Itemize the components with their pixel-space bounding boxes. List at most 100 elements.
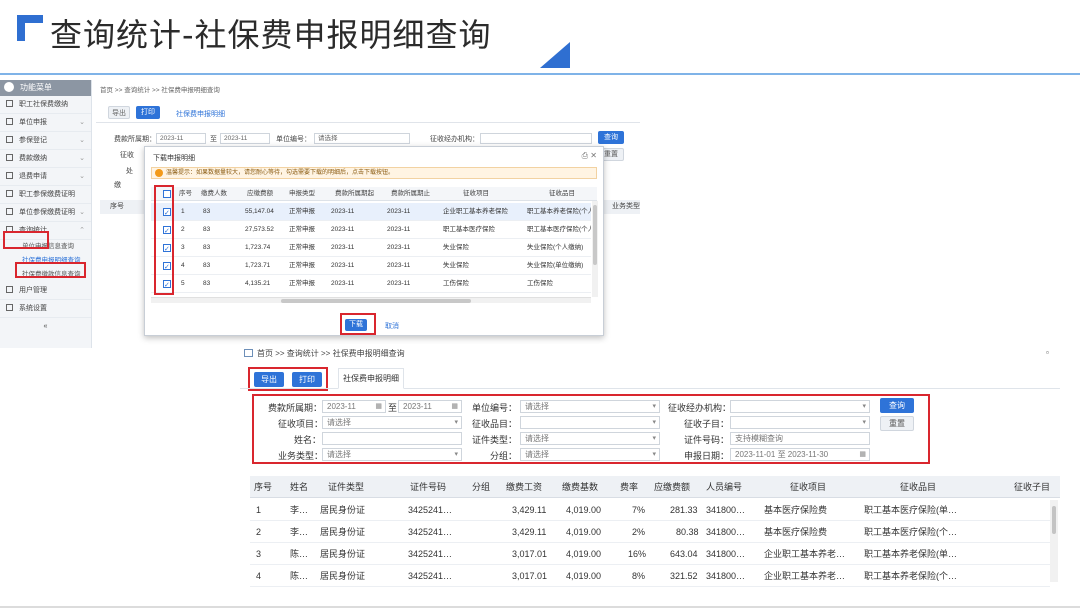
sidebar-item[interactable]: 职工社保费缴纳 bbox=[0, 96, 91, 114]
cell-count: 83 bbox=[203, 262, 211, 269]
unit-select[interactable]: 请选择 bbox=[314, 133, 410, 144]
idno-input[interactable]: 支持模糊查询 bbox=[730, 432, 870, 445]
agency-select[interactable] bbox=[480, 133, 592, 144]
cell-wage: 3,017.01 bbox=[512, 571, 548, 581]
cell-idno: 3425241… bbox=[408, 571, 453, 581]
column-header: 应缴费额 bbox=[247, 190, 273, 197]
table-row[interactable]: 2 李… 居民身份证 3425241… 3,429.11 4,019.00 2%… bbox=[250, 521, 1050, 543]
gear-icon bbox=[6, 304, 13, 311]
cell-seq: 3 bbox=[256, 549, 262, 559]
reset-button[interactable]: 重置 bbox=[880, 416, 914, 431]
sidebar-item[interactable]: 单位申报 ⌄ bbox=[0, 114, 91, 132]
cell-idno: 3425241… bbox=[408, 505, 453, 515]
biz-select[interactable]: 请选择 ▾ bbox=[322, 448, 462, 461]
filter-label: 处 bbox=[126, 168, 133, 175]
chevron-down-icon: ⌄ bbox=[79, 173, 85, 180]
cell-idtype: 居民身份证 bbox=[320, 571, 366, 581]
cell-item: 失业保险 bbox=[443, 262, 469, 269]
cell-seq: 1 bbox=[181, 208, 185, 215]
sidebar-item[interactable]: 用户管理 bbox=[0, 282, 91, 300]
agency-select[interactable]: ▾ bbox=[730, 400, 870, 413]
sidebar-collapse-button[interactable]: « bbox=[0, 318, 91, 336]
table-row[interactable]: 4 陈… 居民身份证 3425241… 3,017.01 4,019.00 8%… bbox=[250, 565, 1050, 587]
sidebar-item[interactable]: 费款缴纳 ⌄ bbox=[0, 150, 91, 168]
cell-from: 2023-11 bbox=[331, 244, 355, 251]
cell-from: 2023-11 bbox=[331, 208, 355, 215]
chevron-down-icon: ⌄ bbox=[79, 155, 85, 162]
table-row[interactable]: 2 83 27,573.52 正常申报 2023-11 2023-11 职工基本… bbox=[151, 221, 591, 241]
group-label: 分组： bbox=[490, 451, 518, 461]
period-from-input[interactable]: 2023-11 ▦ bbox=[322, 400, 386, 413]
title-divider bbox=[0, 73, 1080, 75]
dialog-table-header: 序号 缴费人数 应缴费额 申报类型 费款所属期起 费款所属期止 征收项目 征收品… bbox=[151, 187, 597, 201]
subitem-select[interactable]: ▾ bbox=[730, 416, 870, 429]
cell-amount: 321.52 bbox=[670, 571, 698, 581]
subitem-label: 征收子目： bbox=[684, 419, 730, 429]
idtype-select[interactable]: 请选择 ▾ bbox=[520, 432, 660, 445]
period-label: 费款所属期： bbox=[114, 136, 156, 143]
column-header: 分组 bbox=[472, 482, 491, 492]
cell-sub: 职工基本医疗保险(个人缴纳) bbox=[527, 226, 591, 233]
table-row[interactable]: 1 李… 居民身份证 3425241… 3,429.11 4,019.00 7%… bbox=[250, 499, 1050, 521]
tab-detail[interactable]: 社保费申报明细 bbox=[176, 109, 225, 119]
cell-base: 4,019.00 bbox=[566, 549, 602, 559]
period-from-input[interactable]: 2023-11 bbox=[156, 133, 206, 144]
vertical-scrollbar[interactable] bbox=[1050, 500, 1058, 582]
window-control-icon[interactable]: ▫ bbox=[1046, 348, 1049, 357]
sidebar-item[interactable]: 职工参保缴费证明 bbox=[0, 186, 91, 204]
period-to-input[interactable]: 2023-11 ▦ bbox=[398, 400, 462, 413]
cell-item: 企业职工基本养老保险 bbox=[443, 208, 508, 215]
table-row[interactable]: 5 83 4,135.21 正常申报 2023-11 2023-11 工伤保险 … bbox=[151, 275, 591, 295]
slide: 查询统计-社保费申报明细查询 功能菜单 职工社保费缴纳 单位申报 ⌄ 参保登记 ⌄ … bbox=[0, 0, 1080, 610]
period-to-input[interactable]: 2023-11 bbox=[220, 133, 270, 144]
cell-from: 2023-11 bbox=[331, 280, 355, 287]
item-select[interactable]: 请选择 ▾ bbox=[322, 416, 462, 429]
menu-item-icon bbox=[6, 208, 13, 215]
corner-triangle-icon bbox=[540, 42, 570, 68]
cell-item: 企业职工基本养老… bbox=[764, 571, 846, 581]
sidebar-item[interactable]: 参保登记 ⌄ bbox=[0, 132, 91, 150]
cell-type: 正常申报 bbox=[289, 280, 315, 287]
cell-item: 职工基本医疗保险 bbox=[443, 226, 495, 233]
cell-to: 2023-11 bbox=[387, 280, 411, 287]
table-row[interactable]: 3 陈… 居民身份证 3425241… 3,017.01 4,019.00 16… bbox=[250, 543, 1050, 565]
query-button[interactable]: 查询 bbox=[598, 131, 624, 144]
query-button[interactable]: 查询 bbox=[880, 398, 914, 413]
cell-count: 83 bbox=[203, 208, 211, 215]
horizontal-scrollbar[interactable] bbox=[151, 297, 591, 303]
cell-sub: 失业保险(单位缴纳) bbox=[527, 262, 584, 269]
tab-detail[interactable]: 社保费申报明细 bbox=[338, 368, 404, 389]
cell-type: 正常申报 bbox=[289, 226, 315, 233]
sidebar-item[interactable]: 退费申请 ⌄ bbox=[0, 168, 91, 186]
column-header: 证件类型 bbox=[328, 482, 365, 492]
unit-select[interactable]: 请选择 ▾ bbox=[520, 400, 660, 413]
vertical-scrollbar[interactable] bbox=[592, 201, 598, 297]
column-header: 缴费人数 bbox=[201, 190, 227, 197]
item-label: 征收项目： bbox=[278, 419, 324, 429]
table-row[interactable]: 4 83 1,723.71 正常申报 2023-11 2023-11 失业保险 … bbox=[151, 257, 591, 277]
name-input[interactable] bbox=[322, 432, 462, 445]
group-select[interactable]: 请选择 ▾ bbox=[520, 448, 660, 461]
sidebar-item[interactable]: 单位参保缴费证明 ⌄ bbox=[0, 204, 91, 222]
date-label: 申报日期： bbox=[684, 451, 730, 461]
cell-idtype: 居民身份证 bbox=[320, 549, 366, 559]
dialog-close-icon[interactable]: ⎙ ✕ bbox=[582, 151, 597, 161]
menu-icon bbox=[4, 82, 14, 92]
filter-label: 征收 bbox=[120, 152, 134, 159]
cell-amount: 1,723.74 bbox=[245, 244, 271, 251]
table-row[interactable]: 3 83 1,723.74 正常申报 2023-11 2023-11 失业保险 … bbox=[151, 239, 591, 259]
menu-item-icon bbox=[6, 136, 13, 143]
sidebar-item[interactable]: 系统设置 bbox=[0, 300, 91, 318]
print-button[interactable]: 打印 bbox=[136, 106, 160, 119]
cancel-button[interactable]: 取消 bbox=[385, 321, 399, 331]
gear-icon bbox=[6, 286, 13, 293]
chevron-down-icon: ▾ bbox=[454, 451, 458, 458]
table-row[interactable]: 1 83 55,147.04 正常申报 2023-11 2023-11 企业职工… bbox=[151, 203, 591, 223]
to-label: 至 bbox=[210, 136, 217, 143]
name-label: 姓名： bbox=[294, 435, 322, 445]
to-label: 至 bbox=[388, 403, 398, 413]
sub-select[interactable]: ▾ bbox=[520, 416, 660, 429]
chevron-down-icon: ▾ bbox=[862, 419, 866, 426]
date-range-input[interactable]: 2023-11-01 至 2023-11-30 ▦ bbox=[730, 448, 870, 461]
export-button[interactable]: 导出 bbox=[108, 106, 130, 119]
